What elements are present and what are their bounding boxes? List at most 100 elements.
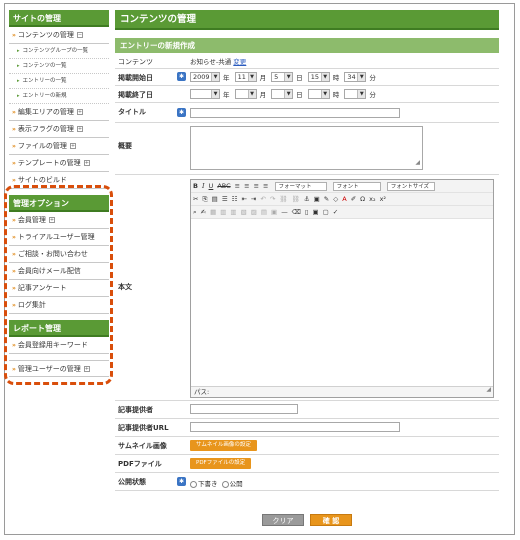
end-day-select[interactable]: ▼ xyxy=(271,89,294,99)
strike-icon[interactable]: ABC xyxy=(217,180,230,192)
unlink-icon[interactable]: ⛓ xyxy=(292,193,300,205)
clear-button[interactable]: クリア xyxy=(262,514,304,526)
subscript-icon[interactable]: x₂ xyxy=(369,193,375,205)
preview-icon[interactable]: ▢ xyxy=(323,206,329,218)
triangle-icon: ▸ xyxy=(17,78,20,84)
status-draft-radio[interactable] xyxy=(190,480,197,488)
spellcheck-icon[interactable]: ✓ xyxy=(333,206,338,218)
row-author-url: 記事提供者URL xyxy=(115,419,499,437)
hr-icon[interactable]: — xyxy=(281,206,288,218)
sidebar-subitem-entry-new[interactable]: ▸ エントリーの新規 xyxy=(9,89,109,104)
replace-icon[interactable]: ✍ xyxy=(201,206,206,218)
find-icon[interactable]: ⌕ xyxy=(193,206,197,218)
month-select[interactable]: 11 ▼ xyxy=(234,72,257,82)
year-select[interactable]: 2009 ▼ xyxy=(190,72,220,82)
visual-aid-icon[interactable]: ▯ xyxy=(305,206,309,218)
align-right-icon[interactable]: ≡ xyxy=(254,180,259,192)
rich-text-editor[interactable]: B I U ABC ≡ ≡ ≡ ≡ フォーマット フォント フォントサイズ ✂ ⎘ ▤ ☰ ☷ ⇤ ⇥ ↶ ↷… xyxy=(190,179,494,398)
author-url-input[interactable] xyxy=(190,422,400,432)
page-title: コンテンツの管理 xyxy=(115,10,499,30)
pdf-button[interactable]: PDFファイルの設定 xyxy=(190,458,252,469)
expand-icon[interactable]: + xyxy=(69,143,76,149)
outdent-icon[interactable]: ⇤ xyxy=(241,193,246,205)
expand-icon[interactable]: + xyxy=(83,160,90,166)
table-icon[interactable]: ▦ xyxy=(210,206,216,218)
sidebar-item-edit-area[interactable]: » 編集エリアの管理 + xyxy=(9,104,109,121)
title-input[interactable] xyxy=(190,108,400,118)
image-icon[interactable]: ▣ xyxy=(314,193,320,205)
paste-icon[interactable]: ▤ xyxy=(212,193,218,205)
sidebar-subitem-contents-list[interactable]: ▸ コンテンツの一覧 xyxy=(9,59,109,74)
triangle-icon: ▸ xyxy=(17,63,20,69)
contents-change-link[interactable]: 変更 xyxy=(233,58,246,66)
sidebar-item-contents[interactable]: » コンテンツの管理 − xyxy=(9,27,109,44)
editor-statusbar: パス: ◢ xyxy=(191,386,493,397)
author-input[interactable] xyxy=(190,404,298,414)
pub-end-label: 掲載終了日 xyxy=(118,91,153,99)
end-year-select[interactable]: ▼ xyxy=(190,89,220,99)
superscript-icon[interactable]: x² xyxy=(380,193,386,205)
minute-select[interactable]: 34 ▼ xyxy=(344,72,367,82)
anchor-icon[interactable]: ⚓ xyxy=(304,193,310,205)
table-delete-icon[interactable]: ▧ xyxy=(241,206,247,218)
remove-format-icon[interactable]: ⌫ xyxy=(292,206,301,218)
text-color-icon[interactable]: A xyxy=(342,193,346,205)
table-row-icon[interactable]: ▥ xyxy=(220,206,226,218)
italic-icon[interactable]: I xyxy=(202,180,205,192)
merge-icon[interactable]: ▤ xyxy=(261,206,267,218)
format-select[interactable]: フォーマット xyxy=(274,181,327,191)
chevron-down-icon: ▼ xyxy=(320,90,329,98)
expand-icon[interactable]: + xyxy=(76,109,83,115)
cut-icon[interactable]: ✂ xyxy=(193,193,198,205)
bold-icon[interactable]: B xyxy=(193,180,198,192)
expand-icon[interactable]: + xyxy=(76,126,83,132)
align-left-icon[interactable]: ≡ xyxy=(235,180,240,192)
font-select[interactable]: フォント xyxy=(332,181,381,191)
confirm-button[interactable]: 確 認 xyxy=(310,514,352,526)
end-hour-select[interactable]: ▼ xyxy=(307,89,330,99)
align-justify-icon[interactable]: ≡ xyxy=(263,180,268,192)
thumbnail-label: サムネイル画像 xyxy=(118,442,167,450)
sidebar-item-display-flag[interactable]: » 表示フラグの管理 + xyxy=(9,121,109,138)
split-icon[interactable]: ▣ xyxy=(271,206,277,218)
indent-icon[interactable]: ⇥ xyxy=(251,193,256,205)
row-body: 本文 B I U ABC ≡ ≡ ≡ ≡ フォーマット フォント フォントサイズ ✂ ⎘ ▤ ☰ ☷ ⇤… xyxy=(115,175,499,401)
summary-textarea[interactable]: ◢ xyxy=(190,126,423,170)
body-label: 本文 xyxy=(118,283,132,291)
editor-toolbar-3: ⌕ ✍ ▦ ▥ ▥ ▧ ▨ ▤ ▣ — ⌫ ▯ ▣ ▢ ✓ xyxy=(191,206,493,219)
align-center-icon[interactable]: ≡ xyxy=(244,180,249,192)
chevron-down-icon: ▼ xyxy=(357,73,366,81)
thumbnail-button[interactable]: サムネイル画像の設定 xyxy=(190,440,257,451)
font-size-select[interactable]: フォントサイズ xyxy=(386,181,435,191)
end-month-select[interactable]: ▼ xyxy=(234,89,257,99)
hour-select[interactable]: 15 ▼ xyxy=(307,72,330,82)
html-icon[interactable]: ◇ xyxy=(333,193,338,205)
day-select[interactable]: 5 ▼ xyxy=(271,72,294,82)
underline-icon[interactable]: U xyxy=(209,180,214,192)
end-minute-select[interactable]: ▼ xyxy=(344,89,367,99)
sidebar-item-label: コンテンツの管理 xyxy=(17,31,74,39)
status-public-radio[interactable] xyxy=(221,480,229,488)
collapse-icon[interactable]: − xyxy=(76,32,83,38)
link-icon[interactable]: ⛓ xyxy=(279,193,287,205)
undo-icon[interactable]: ↶ xyxy=(260,193,265,205)
sidebar-item-templates[interactable]: » テンプレートの管理 + xyxy=(9,155,109,172)
omega-icon[interactable]: Ω xyxy=(360,193,365,205)
copy-icon[interactable]: ⎘ xyxy=(202,193,207,205)
fullscreen-icon[interactable]: ▣ xyxy=(312,206,318,218)
sidebar-subitem-entry-list[interactable]: ▸ エントリーの一覧 xyxy=(9,74,109,89)
chevron-down-icon: ▼ xyxy=(320,73,329,81)
author-url-label: 記事提供者URL xyxy=(118,424,169,432)
resize-grip-icon[interactable]: ◢ xyxy=(486,385,491,395)
resize-grip-icon[interactable]: ◢ xyxy=(415,159,420,167)
bg-color-icon[interactable]: ✐ xyxy=(351,193,356,205)
table-col-icon[interactable]: ▥ xyxy=(230,206,236,218)
table-props-icon[interactable]: ▨ xyxy=(251,206,257,218)
sidebar-item-files[interactable]: » ファイルの管理 + xyxy=(9,138,109,155)
cleanup-icon[interactable]: ✎ xyxy=(324,193,329,205)
sidebar-subitem-group-list[interactable]: ▸ コンテンツグループの一覧 xyxy=(9,44,109,59)
numbered-list-icon[interactable]: ☷ xyxy=(232,193,238,205)
bullet-list-icon[interactable]: ☰ xyxy=(222,193,228,205)
row-status: 公開状態 ✱ 下書き 公開 xyxy=(115,473,499,491)
redo-icon[interactable]: ↷ xyxy=(270,193,275,205)
